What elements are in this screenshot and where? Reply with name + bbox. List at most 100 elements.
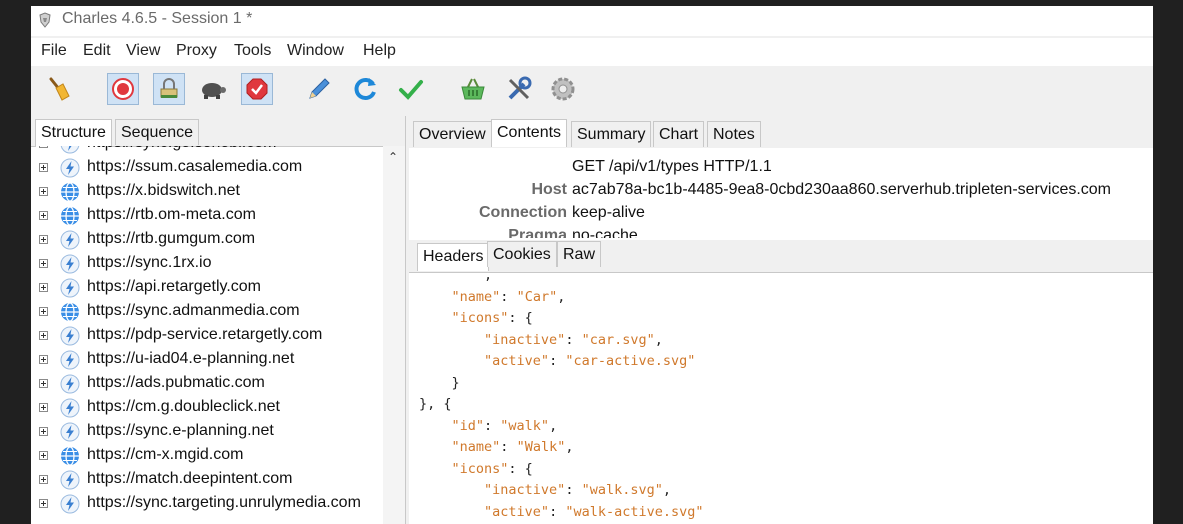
menu-tools[interactable]: Tools bbox=[234, 42, 271, 60]
menu-view[interactable]: View bbox=[126, 42, 160, 60]
lightning-bolt-icon bbox=[60, 326, 80, 346]
tree-row[interactable]: https://sync.admanmedia.com bbox=[31, 301, 383, 325]
menu-file[interactable]: File bbox=[41, 42, 67, 60]
validate-button[interactable] bbox=[395, 73, 427, 105]
host-label: https://sync.go.sonobi.com bbox=[87, 146, 276, 152]
json-punctuation: : bbox=[565, 482, 582, 498]
expand-icon[interactable] bbox=[39, 211, 48, 220]
expand-icon[interactable] bbox=[39, 331, 48, 340]
lightning-bolt-icon bbox=[60, 398, 80, 418]
tree-row[interactable]: https://x.bidswitch.net bbox=[31, 181, 383, 205]
tab-notes[interactable]: Notes bbox=[707, 121, 761, 147]
tree-row[interactable]: https://u-iad04.e-planning.net bbox=[31, 349, 383, 373]
compose-button[interactable] bbox=[303, 73, 335, 105]
expand-icon[interactable] bbox=[39, 163, 48, 172]
expand-icon[interactable] bbox=[39, 283, 48, 292]
response-tab-bar: Headers Cookies Raw bbox=[409, 240, 1153, 273]
json-punctuation: : { bbox=[508, 310, 533, 326]
breakpoint-icon bbox=[246, 78, 268, 100]
shopping-basket-button[interactable] bbox=[457, 73, 489, 105]
host-label: https://rtb.gumgum.com bbox=[87, 230, 256, 247]
tree-row[interactable]: https://sync.1rx.io bbox=[31, 253, 383, 277]
json-string: "car-active.svg" bbox=[565, 353, 696, 369]
tree-row[interactable]: https://pdp-service.retargetly.com bbox=[31, 325, 383, 349]
lightning-bolt-icon bbox=[60, 278, 80, 298]
settings-button[interactable] bbox=[547, 73, 579, 105]
tree-row[interactable]: https://ads.pubmatic.com bbox=[31, 373, 383, 397]
header-key: Host bbox=[531, 181, 567, 198]
json-string: "Car" bbox=[516, 288, 558, 305]
host-label: https://sync.1rx.io bbox=[87, 254, 212, 271]
code-line: "inactive": "walk.svg", bbox=[419, 480, 671, 501]
expand-icon[interactable] bbox=[39, 403, 48, 412]
clear-session-button[interactable] bbox=[43, 73, 75, 105]
throttle-icon bbox=[160, 78, 178, 98]
response-body-view[interactable]: , "name": "Car", "icons": { "inactive": … bbox=[409, 273, 1153, 524]
tab-headers[interactable]: Headers bbox=[417, 243, 490, 271]
json-key: "inactive" bbox=[484, 482, 566, 498]
expand-icon[interactable] bbox=[39, 499, 48, 508]
tab-chart[interactable]: Chart bbox=[653, 121, 705, 147]
json-punctuation: : bbox=[549, 353, 566, 369]
tab-contents[interactable]: Contents bbox=[491, 119, 568, 147]
host-label: https://cm-x.mgid.com bbox=[87, 446, 244, 463]
repeat-button[interactable] bbox=[349, 73, 381, 105]
menu-window[interactable]: Window bbox=[287, 42, 344, 60]
record-icon bbox=[112, 78, 134, 100]
record-button[interactable] bbox=[107, 73, 139, 105]
json-punctuation: : { bbox=[508, 460, 533, 477]
json-string: "walk.svg" bbox=[581, 482, 663, 498]
scroll-up-arrow-icon[interactable]: ⌃ bbox=[388, 150, 398, 164]
charles-app-icon bbox=[39, 12, 51, 28]
expand-icon[interactable] bbox=[39, 379, 48, 388]
expand-icon[interactable] bbox=[39, 475, 48, 484]
tree-row[interactable]: https://cm.g.doubleclick.net bbox=[31, 397, 383, 421]
code-line: "icons": { bbox=[419, 459, 533, 480]
expand-icon[interactable] bbox=[39, 259, 48, 268]
tree-scrollbar[interactable]: ⌃ bbox=[383, 146, 405, 524]
throttle-button[interactable] bbox=[153, 73, 185, 105]
tab-overview[interactable]: Overview bbox=[413, 121, 492, 147]
lightning-bolt-icon bbox=[60, 494, 80, 514]
tree-row[interactable]: https://sync.targeting.unrulymedia.com bbox=[31, 493, 383, 517]
menu-help[interactable]: Help bbox=[363, 42, 396, 60]
json-punctuation: : bbox=[500, 439, 517, 455]
tab-raw[interactable]: Raw bbox=[557, 241, 602, 267]
menu-edit[interactable]: Edit bbox=[83, 42, 111, 60]
expand-icon[interactable] bbox=[39, 451, 48, 460]
expand-icon[interactable] bbox=[39, 146, 48, 148]
request-headers-view: GET /api/v1/types HTTP/1.1 Host ac7ab78a… bbox=[409, 148, 1153, 238]
expand-icon[interactable] bbox=[39, 235, 48, 244]
tree-row[interactable]: https://api.retargetly.com bbox=[31, 277, 383, 301]
tree-row[interactable]: https://sync.go.sonobi.com bbox=[31, 146, 383, 157]
tree-row[interactable]: https://match.deepintent.com bbox=[31, 469, 383, 493]
tree-row[interactable]: https://rtb.gumgum.com bbox=[31, 229, 383, 253]
request-line-row: GET /api/v1/types HTTP/1.1 bbox=[409, 158, 1153, 180]
expand-icon[interactable] bbox=[39, 187, 48, 196]
host-label: https://api.retargetly.com bbox=[87, 278, 261, 295]
breakpoints-button[interactable] bbox=[241, 73, 273, 105]
json-punctuation: }, { bbox=[419, 396, 452, 412]
tree-row[interactable]: https://ssum.casalemedia.com bbox=[31, 157, 383, 181]
tab-sequence[interactable]: Sequence bbox=[115, 119, 200, 145]
lightning-bolt-icon bbox=[60, 158, 80, 178]
tab-structure[interactable]: Structure bbox=[35, 119, 112, 147]
tree-row[interactable]: https://rtb.om-meta.com bbox=[31, 205, 383, 229]
tools-button[interactable] bbox=[503, 73, 535, 105]
json-string: "walk" bbox=[500, 417, 550, 434]
tab-cookies[interactable]: Cookies bbox=[487, 241, 557, 267]
expand-icon[interactable] bbox=[39, 355, 48, 364]
basket-icon bbox=[461, 78, 485, 100]
json-punctuation: , bbox=[549, 417, 558, 434]
code-line: } bbox=[419, 373, 460, 394]
expand-icon[interactable] bbox=[39, 427, 48, 436]
tree-row[interactable]: https://cm-x.mgid.com bbox=[31, 445, 383, 469]
tree-row[interactable]: https://sync.e-planning.net bbox=[31, 421, 383, 445]
turtle-button[interactable] bbox=[197, 73, 229, 105]
host-label: https://ads.pubmatic.com bbox=[87, 374, 265, 391]
json-punctuation: : bbox=[549, 503, 566, 520]
code-line: "active": "car-active.svg" bbox=[419, 351, 695, 372]
tab-summary[interactable]: Summary bbox=[571, 121, 652, 147]
expand-icon[interactable] bbox=[39, 307, 48, 316]
menu-proxy[interactable]: Proxy bbox=[176, 42, 217, 60]
